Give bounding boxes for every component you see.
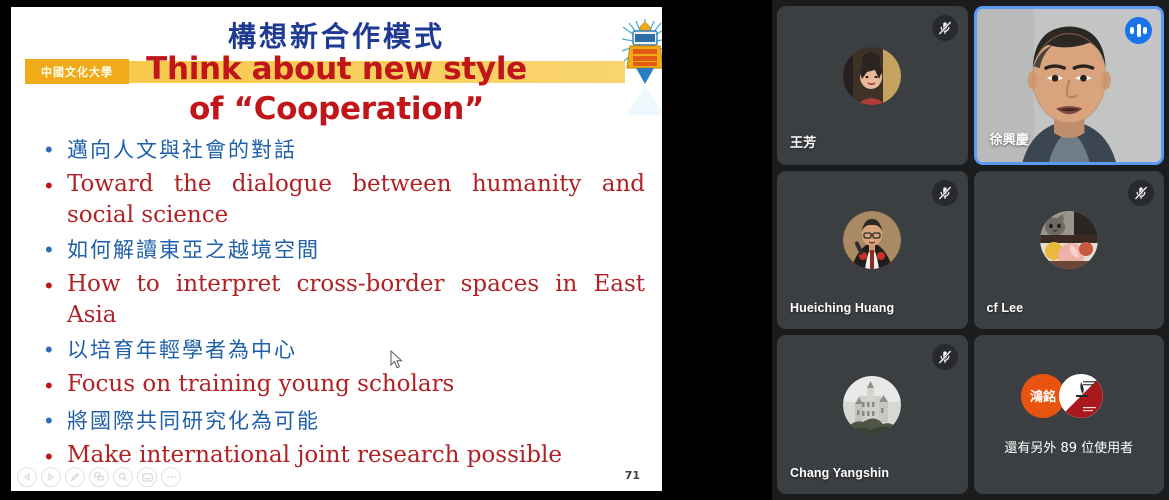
bullet-dot-icon: • [45,408,53,433]
bullet-dot-icon: • [45,237,53,262]
bullet-dot-icon: • [45,273,53,298]
all-slides-icon[interactable] [89,467,109,487]
participant-name: 徐興慶 [989,132,1029,148]
shared-screen-stage[interactable]: 中國文化大學 構想新合作模式 Think about new style of … [0,0,772,500]
bullet-dot-icon: • [45,337,53,362]
captions-icon[interactable] [137,467,157,487]
next-slide-icon[interactable] [41,467,61,487]
participant-name: cf Lee [986,301,1024,316]
avatar [843,376,902,435]
mic-muted-icon[interactable] [931,15,958,41]
slide-title-english: Think about new style of “Cooperation” [11,49,662,129]
participant-name: Chang Yangshin [790,466,890,480]
bullet-dot-icon: • [45,173,53,198]
bullet-item: • How to interpret cross-border spaces i… [45,269,645,331]
participant-tile-overflow[interactable]: 鴻銘 還有另外 89 位使用者 [973,335,1164,494]
participant-tile-hueiching-huang[interactable]: Hueiching Huang [777,170,968,330]
university-emblem-icon [619,13,662,117]
bullet-text: 以培育年輕學者為中心 [67,338,297,362]
bullet-text: 將國際共同研究化為可能 [67,409,320,433]
bullet-dot-icon: • [45,373,53,398]
bullet-dot-icon: • [45,137,53,162]
bullet-item: • 如何解讀東亞之越境空間 [45,233,645,267]
svg-text:鴻銘: 鴻銘 [1030,389,1056,405]
avatar [1039,211,1098,270]
slide-bullet-list: • 邁向人文與社會的對話 • Toward the dialogue betwe… [45,133,645,475]
bullet-item: • Toward the dialogue between humanity a… [45,169,645,231]
participant-tile-wangfang[interactable]: 王芳 [777,6,968,165]
avatar [843,211,902,270]
participant-tile-active-speaker[interactable]: 徐興慶 [973,6,1164,165]
participant-grid: 王芳 徐興慶 Hueiching Huang cf Lee Chang Yang… [772,0,1169,500]
participant-name: 王芳 [790,135,817,151]
bullet-item: • 以培育年輕學者為中心 [45,333,645,367]
participant-tile-chang-yangshin[interactable]: Chang Yangshin [777,335,968,494]
slide-title-english-line1: Think about new style [146,51,527,87]
overflow-avatar-2 [1058,373,1103,418]
more-options-icon[interactable] [161,467,181,487]
bullet-text: Focus on training young scholars [67,371,455,397]
meeting-screen: 中國文化大學 構想新合作模式 Think about new style of … [0,0,1169,500]
participant-tile-cf-lee[interactable]: cf Lee [973,170,1164,330]
avatar [843,46,902,105]
overflow-avatars: 鴻銘 [1020,373,1117,418]
presentation-slide[interactable]: 中國文化大學 構想新合作模式 Think about new style of … [11,7,662,491]
mic-muted-icon[interactable] [931,344,958,371]
bullet-text: 邁向人文與社會的對話 [67,138,297,162]
bullet-text: 如何解讀東亞之越境空間 [67,238,320,262]
bullet-item: • Focus on training young scholars [45,369,645,402]
bullet-item: • 將國際共同研究化為可能 [45,404,645,438]
slide-number: 71 [624,469,640,482]
bullet-text: Toward the dialogue between humanity and… [67,171,645,228]
mouse-cursor [390,349,404,370]
pen-icon[interactable] [65,467,85,487]
participant-name: Hueiching Huang [790,301,895,316]
bullet-item: • 邁向人文與社會的對話 [45,133,645,167]
mic-muted-icon[interactable] [1128,179,1154,206]
overflow-count-label: 還有另外 89 位使用者 [1004,441,1134,456]
mic-muted-icon[interactable] [931,179,958,206]
slide-title-english-line2: of “Cooperation” [188,91,485,127]
zoom-icon[interactable] [113,467,133,487]
previous-slide-icon[interactable] [17,467,37,487]
speaking-indicator-icon [1125,17,1152,44]
bullet-text: How to interpret cross-border spaces in … [67,271,645,328]
presenter-toolbar[interactable] [17,467,181,487]
